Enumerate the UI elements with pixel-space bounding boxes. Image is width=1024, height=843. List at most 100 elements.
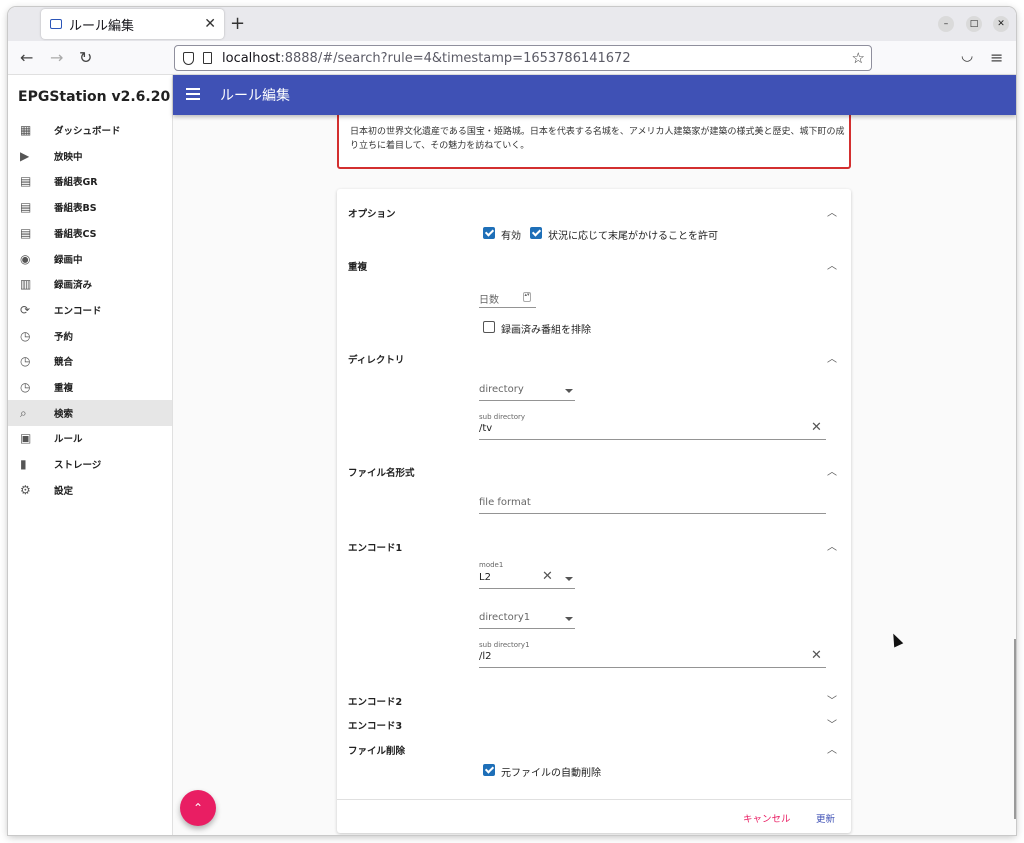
section-encode3-title[interactable]: エンコード3 (348, 718, 402, 732)
directory-dropdown-icon[interactable] (565, 389, 573, 393)
sidebar-item-12[interactable]: ▣ ルール (8, 425, 172, 451)
rule-options-card: オプション ︿ 有効 状況に応じて末尾がかけることを許可 重複 ︿ 日数 ▴▾ … (337, 189, 851, 833)
sub-directory-underline (479, 439, 826, 440)
tab-favicon-icon (50, 19, 62, 29)
sub-directory1-label: sub directory1 (479, 641, 530, 649)
live-tv-icon: ▶ (20, 148, 30, 163)
dashboard-icon: ▦ (20, 123, 32, 137)
sidebar-item-0[interactable]: ▦ ダッシュボード (8, 117, 172, 143)
search-icon: ⌕ (20, 405, 27, 420)
collapse-file-format-icon[interactable]: ︿ (827, 463, 837, 478)
browser-window: ルール編集 ✕ + – □ ✕ ← → ↻ localhost:8888/#/s… (8, 7, 1016, 835)
url-bar[interactable]: localhost:8888/#/search?rule=4&timestamp… (174, 45, 872, 71)
app-menu-icon[interactable]: ≡ (990, 48, 1003, 67)
clear-mode1-icon[interactable]: ✕ (542, 569, 553, 584)
video-library-icon: ▥ (20, 277, 32, 292)
sidebar-item-10[interactable]: ◷ 重複 (8, 374, 172, 400)
scrollbar[interactable] (1014, 639, 1016, 819)
expand-encode2-icon[interactable]: ﹀ (827, 692, 837, 707)
mode1-dropdown-icon[interactable] (565, 577, 573, 581)
exclude-recorded-checkbox[interactable] (483, 321, 495, 333)
sidebar: EPGStation v2.6.20 ▦ ダッシュボード ▶ 放映中 ▤ 番組表GR ▤ 番組… (8, 75, 173, 835)
section-file-format-title: ファイル名形式 (348, 468, 415, 479)
sidebar-item-14[interactable]: ⚙ 設定 (8, 477, 172, 503)
auto-delete-checkbox[interactable] (483, 764, 495, 776)
days-spinner-icon[interactable]: ▴▾ (523, 292, 531, 302)
sidebar-item-label: 競合 (54, 357, 74, 369)
sidebar-item-8[interactable]: ◷ 予約 (8, 323, 172, 349)
record-icon: ◉ (20, 251, 31, 266)
sidebar-item-1[interactable]: ▶ 放映中 (8, 143, 172, 169)
days-field[interactable]: 日数 (479, 291, 499, 306)
guide-icon: ▤ (20, 200, 32, 215)
file-format-underline (479, 513, 826, 514)
section-delete-file-title: ファイル削除 (348, 746, 406, 757)
update-button[interactable]: 更新 (816, 811, 835, 825)
scroll-top-button[interactable]: ⌃ (180, 790, 216, 826)
directory1-dropdown-icon[interactable] (565, 617, 573, 621)
sidebar-item-3[interactable]: ▤ 番組表BS (8, 194, 172, 220)
auto-delete-label: 元ファイルの自動削除 (501, 768, 601, 779)
sub-directory1-input[interactable]: /l2 (479, 651, 492, 662)
sidebar-item-7[interactable]: ⟳ エンコード (8, 297, 172, 323)
main-content: 日本初の世界文化遺産である国宝・姫路城。日本を代表する名城を、アメリカ人建築家が… (173, 115, 1016, 835)
collapse-encode1-icon[interactable]: ︿ (827, 538, 837, 553)
new-tab-icon[interactable]: + (230, 13, 245, 34)
sidebar-item-label: 録画中 (54, 254, 83, 266)
clear-sub-directory-icon[interactable]: ✕ (811, 420, 822, 435)
directory1-underline (479, 628, 575, 629)
collapse-duplicate-icon[interactable]: ︿ (827, 257, 837, 272)
enabled-checkbox[interactable] (483, 227, 495, 239)
browser-tab[interactable]: ルール編集 ✕ (41, 9, 224, 39)
collapse-delete-file-icon[interactable]: ︿ (827, 741, 837, 756)
directory1-select[interactable]: directory1 (479, 612, 530, 623)
sidebar-item-5[interactable]: ◉ 録画中 (8, 246, 172, 272)
sidebar-item-4[interactable]: ▤ 番組表CS (8, 220, 172, 246)
clock-icon: ◷ (20, 380, 31, 394)
sidebar-item-label: 重複 (54, 383, 74, 394)
allow-end-lack-checkbox[interactable] (530, 227, 542, 239)
collapse-directory-icon[interactable]: ︿ (827, 350, 837, 365)
pocket-icon[interactable]: ◡ (961, 48, 973, 64)
sub-directory-input[interactable]: /tv (479, 423, 492, 434)
sidebar-item-label: 放映中 (54, 151, 83, 163)
collapse-option-icon[interactable]: ︿ (827, 204, 837, 219)
program-card[interactable]: 日本初の世界文化遺産である国宝・姫路城。日本を代表する名城を、アメリカ人建築家が… (337, 115, 851, 169)
bookmark-star-icon[interactable]: ☆ (852, 49, 865, 67)
sidebar-item-label: 録画済み (54, 280, 93, 292)
reload-icon[interactable]: ↻ (79, 48, 92, 67)
sub-directory1-underline (479, 667, 826, 668)
tab-strip: ルール編集 ✕ + – □ ✕ (8, 7, 1016, 41)
program-description: 日本初の世界文化遺産である国宝・姫路城。日本を代表する名城を、アメリカ人建築家が… (350, 127, 845, 151)
close-window-icon[interactable]: ✕ (993, 16, 1009, 32)
sidebar-item-9[interactable]: ◷ 競合 (8, 348, 172, 374)
sidebar-item-2[interactable]: ▤ 番組表GR (8, 168, 172, 194)
page-info-icon[interactable] (203, 52, 212, 64)
section-encode2-title[interactable]: エンコード2 (348, 694, 402, 708)
sidebar-item-label: 番組表BS (54, 203, 97, 215)
url-text[interactable]: localhost:8888/#/search?rule=4&timestamp… (222, 51, 631, 66)
clock-icon: ◷ (20, 354, 31, 369)
clear-sub-directory1-icon[interactable]: ✕ (811, 648, 822, 663)
sidebar-item-label: ダッシュボード (54, 126, 121, 137)
mode1-select[interactable]: L2 (479, 572, 491, 583)
allow-end-lack-label: 状況に応じて末尾がかけることを許可 (548, 231, 718, 242)
sd-card-icon: ▮ (20, 457, 27, 472)
clock-icon: ◷ (20, 328, 31, 343)
minimize-icon[interactable]: – (938, 16, 954, 32)
directory-select[interactable]: directory (479, 384, 524, 395)
sidebar-item-13[interactable]: ▮ ストレージ (8, 451, 172, 477)
maximize-icon[interactable]: □ (966, 16, 982, 32)
cancel-button[interactable]: キャンセル (743, 811, 791, 825)
sidebar-item-11[interactable]: ⌕ 検索 (8, 399, 172, 426)
expand-encode3-icon[interactable]: ﹀ (827, 716, 837, 731)
sidebar-item-6[interactable]: ▥ 録画済み (8, 271, 172, 297)
back-icon[interactable]: ← (20, 48, 33, 67)
days-underline (479, 307, 536, 308)
file-format-input[interactable]: file format (479, 497, 531, 508)
close-tab-icon[interactable]: ✕ (204, 16, 216, 32)
mode1-underline (479, 588, 575, 589)
forward-icon[interactable]: → (50, 48, 63, 67)
shield-icon[interactable] (183, 51, 194, 65)
hamburger-menu-icon[interactable] (186, 88, 200, 100)
